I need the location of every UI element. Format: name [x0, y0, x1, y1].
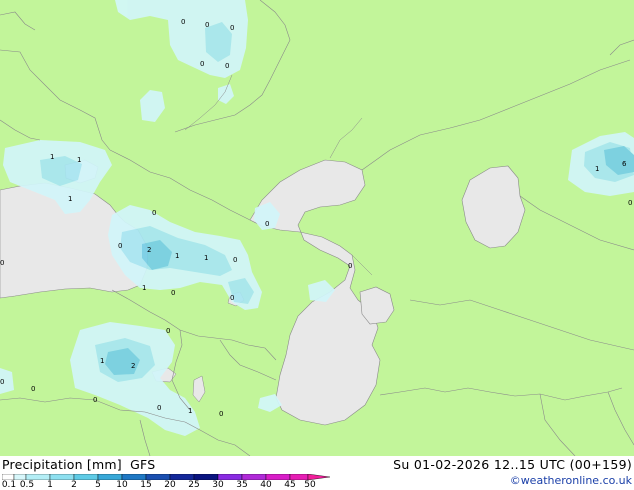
map-footer: Precipitation [mm] GFS Su 01-02-2026 12.…	[0, 456, 634, 490]
credit-link[interactable]: ©weatheronline.co.uk	[510, 474, 632, 487]
legend-tick: 0.5	[19, 480, 35, 490]
legend-tick: 50	[304, 480, 316, 490]
legend-tick: 0.1	[1, 480, 17, 490]
legend-tick: 45	[284, 480, 296, 490]
map-label: 1	[188, 407, 192, 415]
map-label: 0	[171, 289, 175, 297]
legend-tick: 25	[188, 480, 200, 490]
map-label: 0	[265, 220, 269, 228]
map-label: 0	[205, 21, 209, 29]
map-label: 1	[595, 165, 599, 173]
forecast-datetime: Su 01-02-2026 12..15 UTC (00+159)	[393, 457, 632, 472]
map-label: 0	[152, 209, 156, 217]
map-label: 0	[118, 242, 122, 250]
legend-tick-labels: 0.1 0.5 1 2 5 10 15 20 25 30 35 40 45 50	[0, 480, 340, 490]
legend-tick: 30	[212, 480, 224, 490]
legend-tick: 10	[116, 480, 128, 490]
map-label: 2	[147, 246, 151, 254]
precipitation-map: 0 0 0 0 0 1 1 1 0 0 2 1 1 0 1 0 0 0 0 0 …	[0, 0, 634, 456]
legend-tick: 20	[164, 480, 176, 490]
map-label: 1	[50, 153, 54, 161]
map-label: 1	[68, 195, 72, 203]
map-label: 0	[181, 18, 185, 26]
legend-tick: 40	[260, 480, 272, 490]
map-label: 1	[142, 284, 146, 292]
map-label: 2	[131, 362, 135, 370]
map-label: 0	[230, 24, 234, 32]
map-label: 0	[166, 327, 170, 335]
map-label: 0	[0, 259, 4, 267]
map-label: 0	[219, 410, 223, 418]
map-label: 0	[0, 378, 4, 386]
legend-tick: 2	[71, 480, 77, 490]
map-label: 1	[175, 252, 179, 260]
legend-tick: 35	[236, 480, 248, 490]
legend-tick: 5	[95, 480, 101, 490]
map-label: 0	[157, 404, 161, 412]
map-canvas: 0 0 0 0 0 1 1 1 0 0 2 1 1 0 1 0 0 0 0 0 …	[0, 0, 634, 456]
map-label: 0	[200, 60, 204, 68]
legend-tick: 1	[47, 480, 53, 490]
map-label: 1	[100, 357, 104, 365]
map-label: 0	[93, 396, 97, 404]
map-title: Precipitation [mm] GFS	[2, 457, 156, 472]
map-label: 1	[204, 254, 208, 262]
map-label: 6	[622, 160, 627, 168]
map-label: 0	[233, 256, 237, 264]
map-label: 0	[225, 62, 229, 70]
map-label: 0	[230, 294, 234, 302]
map-label: 0	[31, 385, 35, 393]
map-label: 0	[628, 199, 632, 207]
map-label: 0	[348, 262, 352, 270]
map-label: 1	[77, 156, 81, 164]
legend-tick: 15	[140, 480, 152, 490]
